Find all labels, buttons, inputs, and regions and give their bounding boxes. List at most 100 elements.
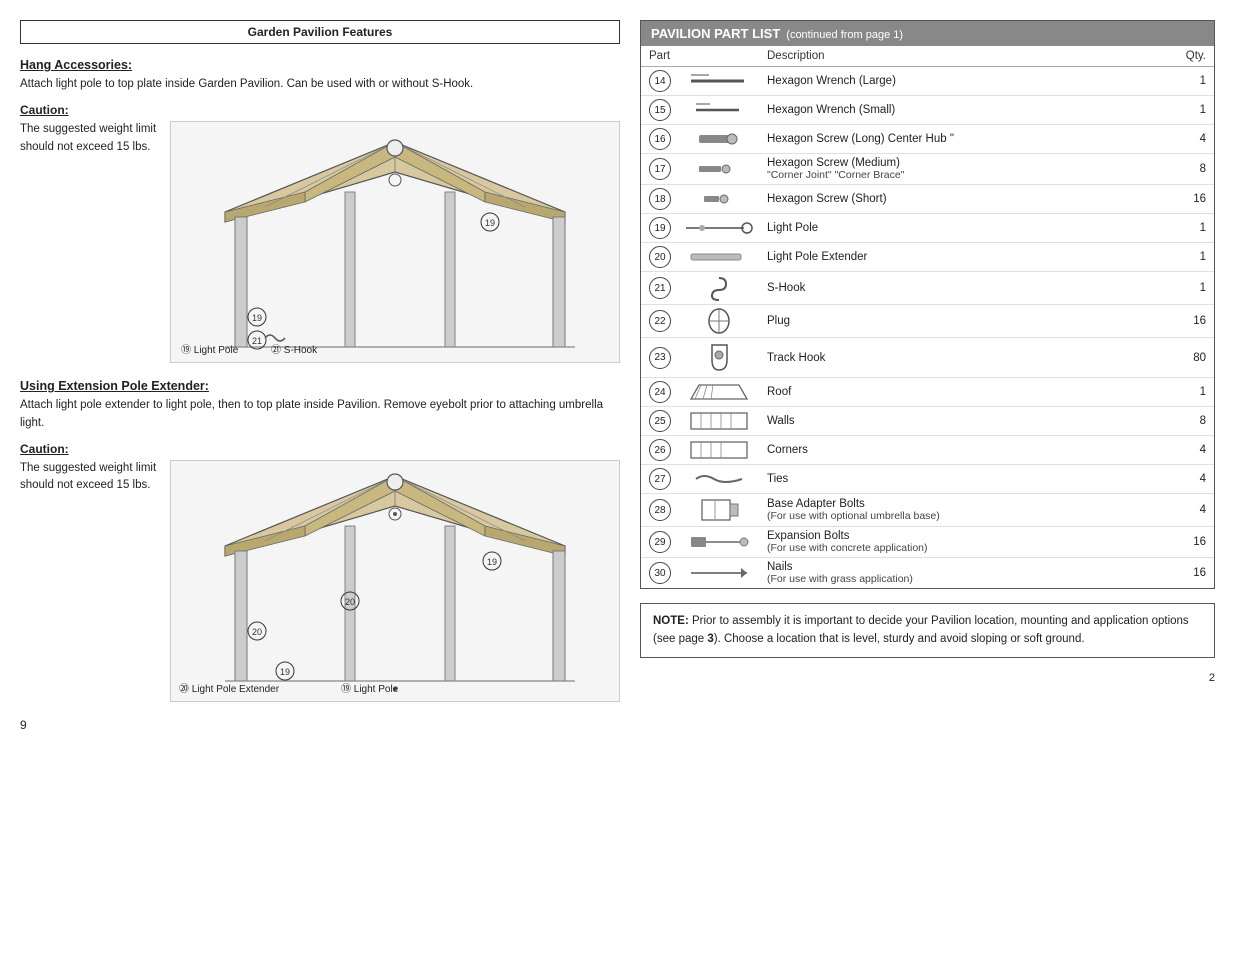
page-number-right: 2 bbox=[1209, 672, 1215, 684]
desc-main: Walls bbox=[767, 415, 795, 427]
parts-table: Part Description Qty. 14Hexagon Wrench (… bbox=[641, 46, 1214, 588]
parts-table-container: PAVILION PART LIST (continued from page … bbox=[640, 20, 1215, 589]
desc-main: Hexagon Screw (Long) Center Hub " bbox=[767, 133, 954, 145]
table-row: 14 Hexagon Wrench (Large) 1 bbox=[641, 67, 1214, 96]
svg-text:19: 19 bbox=[487, 557, 497, 567]
hang-accessories-heading: Hang Accessories: bbox=[20, 58, 620, 72]
part-qty-cell: 1 bbox=[1178, 272, 1214, 305]
part-number-cell: 29 bbox=[641, 527, 679, 558]
part-description-cell: Roof bbox=[759, 378, 1178, 407]
part-description-cell: S-Hook bbox=[759, 272, 1178, 305]
hang-caution-heading: Caution: bbox=[20, 103, 620, 117]
desc-sub: (For use with concrete application) bbox=[767, 542, 928, 554]
part-number-cell: 24 bbox=[641, 378, 679, 407]
part-qty-cell: 16 bbox=[1178, 558, 1214, 589]
part-number-cell: 22 bbox=[641, 305, 679, 338]
hang-caution-text: The suggested weight limit should not ex… bbox=[20, 121, 160, 363]
desc-main: Hexagon Screw (Short) bbox=[767, 193, 887, 205]
hang-accessories-text: Attach light pole to top plate inside Ga… bbox=[20, 76, 620, 93]
table-row: 20Light Pole Extender1 bbox=[641, 243, 1214, 272]
part-description-cell: Walls bbox=[759, 407, 1178, 436]
table-row: 23 Track Hook80 bbox=[641, 338, 1214, 378]
desc-main: S-Hook bbox=[767, 282, 805, 294]
part-number-cell: 16 bbox=[641, 125, 679, 154]
table-subtitle: (continued from page 1) bbox=[786, 29, 903, 41]
table-row: 19Light Pole1 bbox=[641, 214, 1214, 243]
desc-main: Nails bbox=[767, 561, 793, 573]
part-description-cell: Expansion Bolts(For use with concrete ap… bbox=[759, 527, 1178, 558]
table-row: 30Nails(For use with grass application)1… bbox=[641, 558, 1214, 589]
part-number-cell: 21 bbox=[641, 272, 679, 305]
part-qty-cell: 4 bbox=[1178, 436, 1214, 465]
desc-main: Ties bbox=[767, 473, 788, 485]
part-description-cell: Hexagon Screw (Medium)"Corner Joint" "Co… bbox=[759, 154, 1178, 185]
part-description-cell: Hexagon Wrench (Small) bbox=[759, 96, 1178, 125]
table-title: PAVILION PART LIST bbox=[651, 26, 780, 41]
col-icon bbox=[679, 46, 759, 67]
part-qty-cell: 1 bbox=[1178, 67, 1214, 96]
part-icon-cell bbox=[679, 154, 759, 185]
desc-sub: (For use with grass application) bbox=[767, 573, 913, 585]
svg-text:19: 19 bbox=[485, 218, 495, 228]
part-number-cell: 26 bbox=[641, 436, 679, 465]
part-description-cell: Hexagon Wrench (Large) bbox=[759, 67, 1178, 96]
note-text: Prior to assembly it is important to dec… bbox=[653, 615, 1189, 645]
part-icon-cell bbox=[679, 465, 759, 494]
part-description-cell: Track Hook bbox=[759, 338, 1178, 378]
pavilion-illustration-1: 19 19 21 ⑲ Light Pole ㉑ S-Hook bbox=[170, 121, 620, 363]
extension-pole-heading: Using Extension Pole Extender: bbox=[20, 379, 620, 393]
table-row: 29 Expansion Bolts(For use with concrete … bbox=[641, 527, 1214, 558]
ext-caution-layout: The suggested weight limit should not ex… bbox=[20, 460, 620, 702]
page-num-left-container: 9 bbox=[20, 718, 620, 732]
part-qty-cell: 8 bbox=[1178, 407, 1214, 436]
table-row: 22Plug16 bbox=[641, 305, 1214, 338]
svg-text:19: 19 bbox=[280, 667, 290, 677]
svg-text:21: 21 bbox=[252, 336, 262, 346]
part-description-cell: Hexagon Screw (Short) bbox=[759, 185, 1178, 214]
part-description-cell: Ties bbox=[759, 465, 1178, 494]
desc-main: Corners bbox=[767, 444, 808, 456]
label-19: ⑲ Light Pole bbox=[181, 341, 238, 356]
desc-main: Expansion Bolts bbox=[767, 530, 849, 542]
left-panel: Garden Pavilion Features Hang Accessorie… bbox=[20, 20, 620, 934]
svg-text:19: 19 bbox=[252, 313, 262, 323]
part-number-cell: 19 bbox=[641, 214, 679, 243]
part-description-cell: Base Adapter Bolts(For use with optional… bbox=[759, 494, 1178, 527]
desc-main: Base Adapter Bolts bbox=[767, 498, 865, 510]
part-icon-cell bbox=[679, 494, 759, 527]
table-row: 18Hexagon Screw (Short)16 bbox=[641, 185, 1214, 214]
part-description-cell: Light Pole Extender bbox=[759, 243, 1178, 272]
pavilion-svg-1: 19 19 21 bbox=[205, 122, 585, 362]
part-qty-cell: 4 bbox=[1178, 494, 1214, 527]
table-row: 16Hexagon Screw (Long) Center Hub "4 bbox=[641, 125, 1214, 154]
svg-text:20: 20 bbox=[252, 627, 262, 637]
part-description-cell: Nails(For use with grass application) bbox=[759, 558, 1178, 589]
desc-main: Roof bbox=[767, 386, 791, 398]
note-label: NOTE: bbox=[653, 615, 689, 627]
page-number-left: 9 bbox=[20, 718, 27, 732]
part-qty-cell: 80 bbox=[1178, 338, 1214, 378]
desc-main: Hexagon Wrench (Large) bbox=[767, 75, 896, 87]
part-number-cell: 14 bbox=[641, 67, 679, 96]
part-number-cell: 18 bbox=[641, 185, 679, 214]
part-qty-cell: 1 bbox=[1178, 378, 1214, 407]
part-number-cell: 27 bbox=[641, 465, 679, 494]
part-number-cell: 23 bbox=[641, 338, 679, 378]
part-icon-cell bbox=[679, 125, 759, 154]
table-row: 15Hexagon Wrench (Small)1 bbox=[641, 96, 1214, 125]
part-icon-cell bbox=[679, 243, 759, 272]
part-qty-cell: 8 bbox=[1178, 154, 1214, 185]
part-icon-cell bbox=[679, 378, 759, 407]
part-number-cell: 25 bbox=[641, 407, 679, 436]
ext-caution-text: The suggested weight limit should not ex… bbox=[20, 460, 160, 702]
part-icon-cell bbox=[679, 185, 759, 214]
part-description-cell: Corners bbox=[759, 436, 1178, 465]
parts-table-header: PAVILION PART LIST (continued from page … bbox=[641, 21, 1214, 46]
part-description-cell: Plug bbox=[759, 305, 1178, 338]
page-num-right-container: 2 bbox=[640, 672, 1215, 684]
desc-main: Light Pole bbox=[767, 222, 818, 234]
desc-main: Plug bbox=[767, 315, 790, 327]
table-row: 28Base Adapter Bolts(For use with option… bbox=[641, 494, 1214, 527]
section-title: Garden Pavilion Features bbox=[20, 20, 620, 44]
part-icon-cell bbox=[679, 67, 759, 96]
